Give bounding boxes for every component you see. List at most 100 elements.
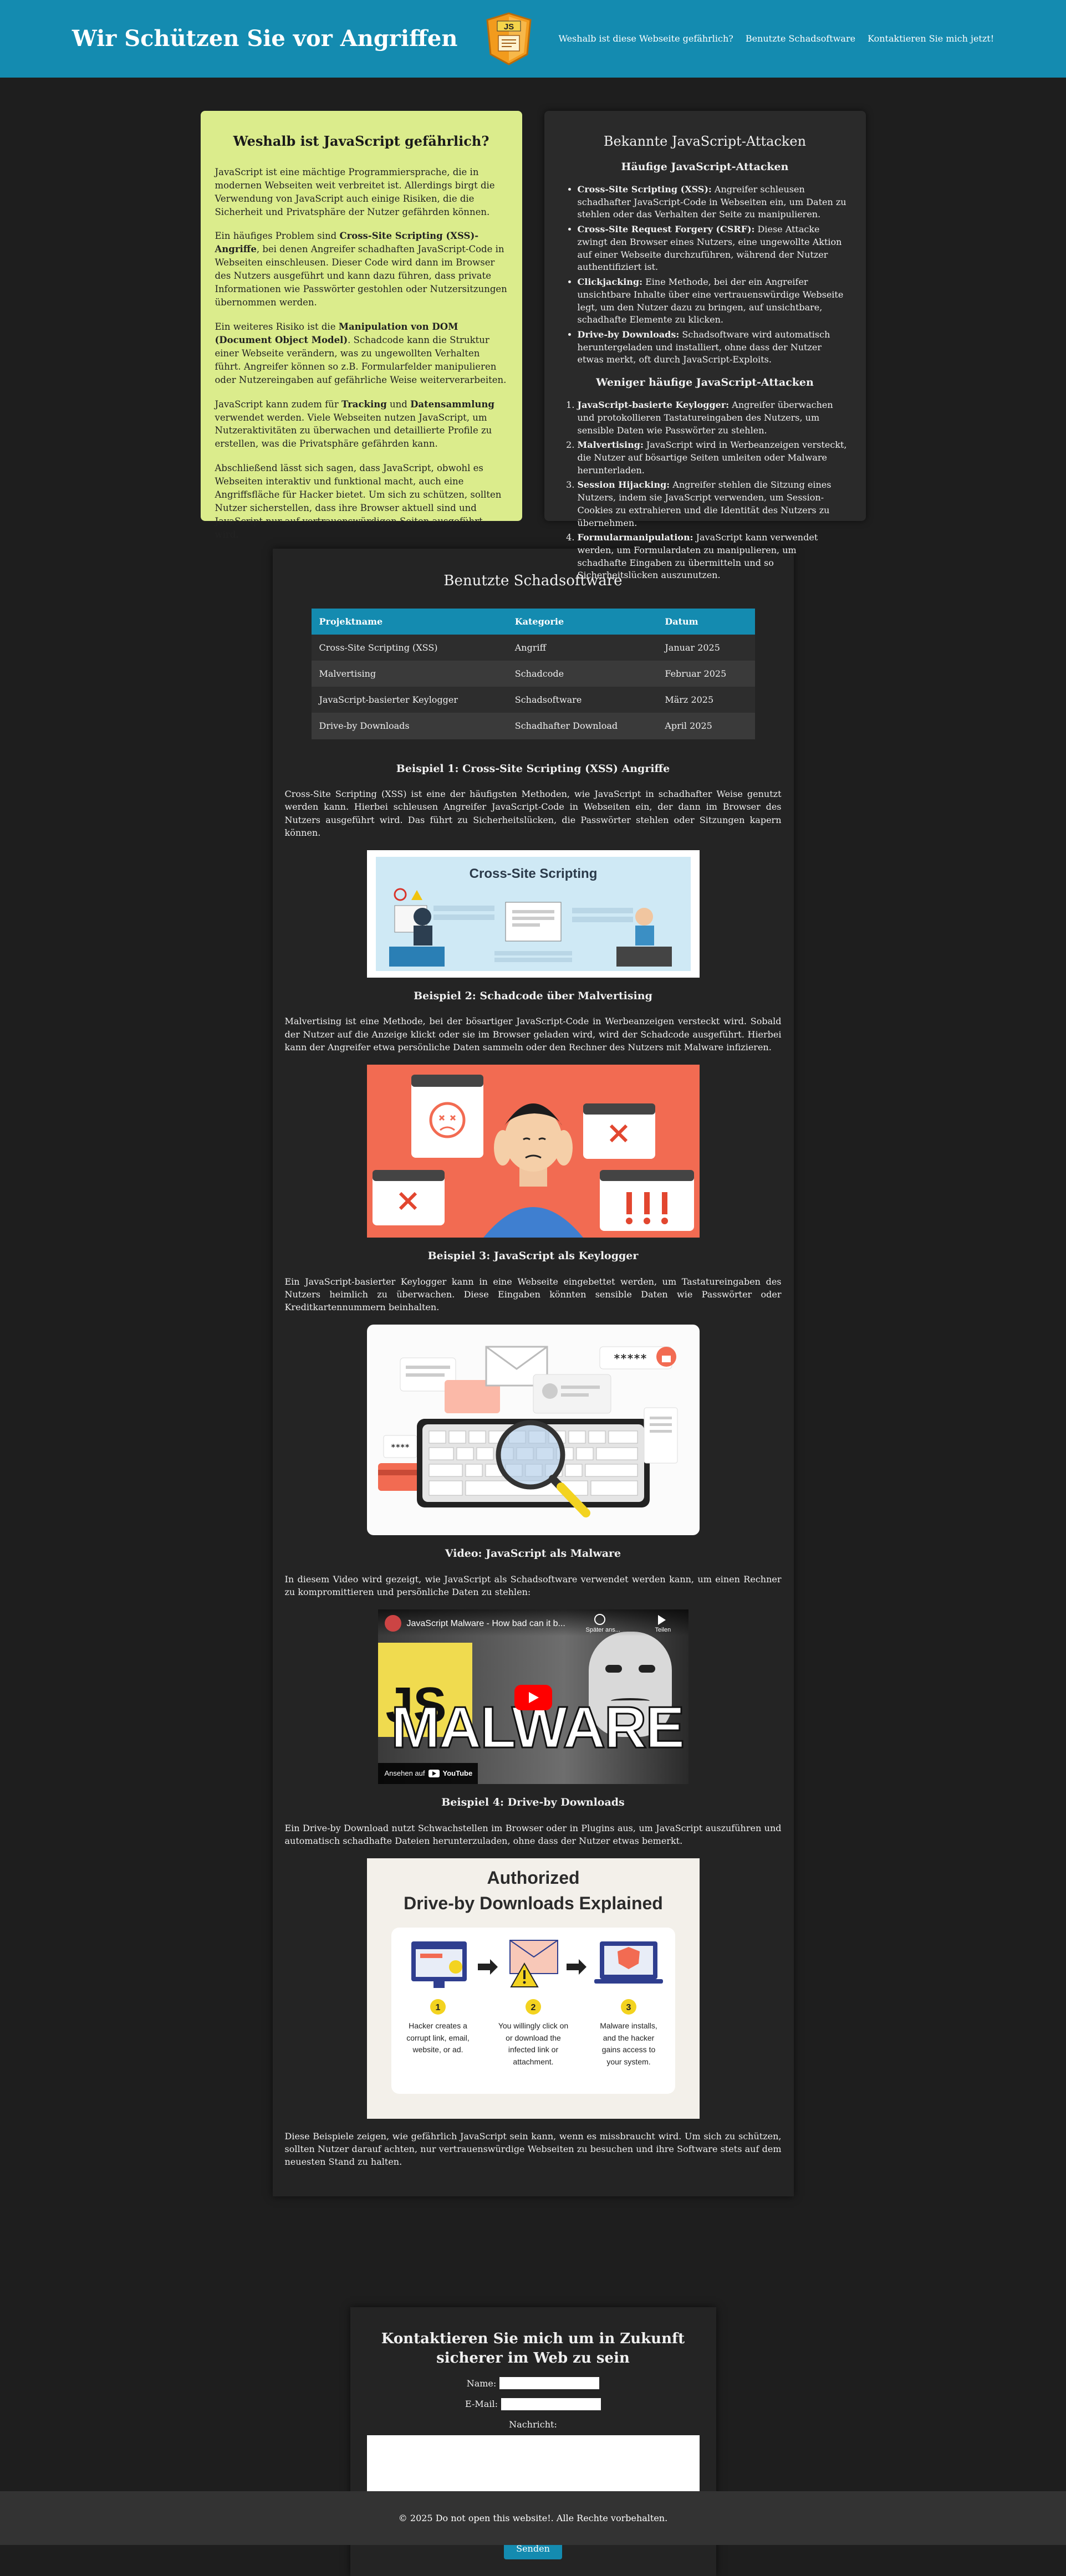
intro-row: Weshalb ist JavaScript gefährlich? JavaS…	[200, 111, 866, 580]
js-logo-text: JS	[504, 22, 514, 32]
closing-text: Diese Beispiele zeigen, wie gefährlich J…	[284, 2130, 782, 2168]
table-cell: März 2025	[657, 687, 755, 713]
name-input[interactable]	[499, 2377, 600, 2390]
example-text: In diesem Video wird gezeigt, wie JavaSc…	[284, 1573, 782, 1597]
table-cell: Cross-Site Scripting (XSS)	[311, 634, 507, 661]
example-heading: Beispiel 2: Schadcode über Malvertising	[414, 989, 652, 1002]
malware-table: Projektname Kategorie Datum Cross-Site S…	[311, 608, 755, 739]
example-text: Cross-Site Scripting (XSS) ist eine der …	[284, 789, 782, 838]
example-malvertising: Beispiel 2: Schadcode über Malvertising …	[285, 989, 782, 1238]
site-title: Wir Schützen Sie vor Angriffen	[72, 25, 458, 52]
site-header: Wir Schützen Sie vor Angriffen JS Weshal…	[0, 0, 1066, 78]
why-heading: Weshalb ist JavaScript gefährlich?	[233, 133, 489, 149]
rare-attacks-heading: Weniger häufige JavaScript-Attacken	[596, 376, 814, 389]
step-2-text: You willingly click on or download the i…	[498, 2021, 568, 2067]
example-drive-by: Beispiel 4: Drive-by Downloads Ein Drive…	[285, 1795, 782, 2168]
example-heading: Beispiel 4: Drive-by Downloads	[441, 1796, 625, 1809]
rare-attacks-list: JavaScript-basierte Keylogger: Angreifer…	[578, 399, 848, 582]
video-title[interactable]: JavaScript Malware - How bad can it b...	[407, 1617, 565, 1630]
svg-text:3: 3	[626, 2003, 631, 2012]
channel-avatar[interactable]	[384, 1615, 401, 1632]
nav-link-malware[interactable]: Benutzte Schadsoftware	[746, 32, 855, 45]
list-item: Clickjacking: Eine Methode, bei der ein …	[578, 276, 848, 326]
table-cell: April 2025	[657, 713, 755, 739]
why-paragraph-5: Abschließend lässt sich sagen, dass Java…	[215, 463, 502, 540]
email-row: E-Mail:	[367, 2398, 700, 2410]
footer-text: © 2025 Do not open this website!. Alle R…	[398, 2513, 668, 2523]
list-item: Malvertising: JavaScript wird in Werbean…	[578, 439, 848, 477]
common-attacks-heading: Häufige JavaScript-Attacken	[621, 161, 789, 173]
table-header-row: Projektname Kategorie Datum	[311, 608, 755, 635]
example-heading: Beispiel 1: Cross-Site Scripting (XSS) A…	[396, 762, 670, 775]
column-header: Projektname	[311, 608, 507, 635]
svg-text:1: 1	[435, 2003, 440, 2012]
step-3-text: Malware installs, and the hacker gains a…	[599, 2021, 657, 2067]
js-shield-logo: JS	[485, 11, 533, 67]
xss-illustration: Cross-Site Scripting	[366, 850, 700, 978]
nav-link-why[interactable]: Weshalb ist diese Webseite gefährlich?	[558, 32, 733, 45]
table-row: Cross-Site Scripting (XSS) Angriff Janua…	[311, 634, 755, 661]
svg-text:Authorized: Authorized	[487, 1868, 579, 1888]
example-video: Video: JavaScript als Malware In diesem …	[284, 1546, 782, 1785]
watch-on-youtube[interactable]: Ansehen auf YouTube	[378, 1763, 478, 1785]
svg-text:*****: *****	[613, 1352, 646, 1365]
share-icon[interactable]	[657, 1615, 666, 1626]
table-cell: Februar 2025	[657, 661, 755, 687]
table-cell: JavaScript-basierter Keylogger	[311, 687, 507, 713]
play-button[interactable]	[514, 1685, 552, 1711]
message-label: Nachricht:	[509, 2419, 557, 2430]
list-item: Session Hijacking: Angreifer stehlen die…	[578, 479, 848, 529]
why-paragraph-3: Ein weiteres Risiko ist die Manipulation…	[215, 321, 507, 385]
watch-later-icon[interactable]	[594, 1614, 605, 1626]
table-cell: Schadhafter Download	[507, 713, 657, 739]
name-row: Name:	[367, 2377, 700, 2390]
table-row: Malvertising Schadcode Februar 2025	[311, 661, 755, 687]
column-header: Datum	[657, 608, 755, 635]
malvertising-illustration	[366, 1065, 700, 1238]
svg-text:2: 2	[531, 2003, 535, 2012]
attacks-heading: Bekannte JavaScript-Attacken	[603, 134, 807, 149]
youtube-icon	[428, 1770, 440, 1778]
common-attacks-list: Cross-Site Scripting (XSS): Angreifer sc…	[578, 183, 848, 366]
example-heading: Beispiel 3: JavaScript als Keylogger	[427, 1250, 639, 1263]
table-cell: Januar 2025	[657, 634, 755, 661]
site-footer: © 2025 Do not open this website!. Alle R…	[0, 2491, 1066, 2545]
example-heading: Video: JavaScript als Malware	[445, 1547, 621, 1560]
name-label: Name:	[466, 2378, 497, 2389]
table-cell: Malvertising	[311, 661, 507, 687]
share-label[interactable]: Teilen	[655, 1626, 671, 1635]
why-paragraph-1: JavaScript ist eine mächtige Programmier…	[215, 166, 495, 217]
drive-by-illustration: Authorized Drive-by Downloads Explained	[366, 1858, 700, 2119]
list-item: Drive-by Downloads: Schadsoftware wird a…	[578, 329, 848, 366]
why-card: Weshalb ist JavaScript gefährlich? JavaS…	[200, 111, 522, 540]
table-row: Drive-by Downloads Schadhafter Download …	[311, 713, 755, 739]
table-cell: Schadsoftware	[507, 687, 657, 713]
nav-link-contact[interactable]: Kontaktieren Sie mich jetzt!	[868, 32, 994, 45]
svg-text:Cross-Site Scripting: Cross-Site Scripting	[469, 866, 597, 881]
play-icon	[528, 1692, 539, 1704]
youtube-video-embed[interactable]: JS MALWARE JavaScript Malware - How bad …	[378, 1609, 688, 1785]
email-input[interactable]	[501, 2398, 601, 2410]
attacks-card: Bekannte JavaScript-Attacken Häufige Jav…	[544, 111, 866, 580]
youtube-label: YouTube	[442, 1769, 473, 1777]
list-item: Cross-Site Request Forgery (CSRF): Diese…	[578, 223, 848, 274]
example-text: Malvertising ist eine Methode, bei der b…	[284, 1016, 782, 1052]
list-item: JavaScript-basierte Keylogger: Angreifer…	[578, 399, 848, 437]
svg-text:Drive-by Downloads Explained: Drive-by Downloads Explained	[404, 1893, 663, 1913]
column-header: Kategorie	[507, 608, 657, 635]
malware-section: Benutzte Schadsoftware Projektname Kateg…	[272, 549, 794, 2196]
table-cell: Angriff	[507, 634, 657, 661]
email-label: E-Mail:	[465, 2398, 498, 2409]
list-item: Cross-Site Scripting (XSS): Angreifer sc…	[578, 183, 848, 221]
example-xss: Beispiel 1: Cross-Site Scripting (XSS) A…	[285, 761, 782, 978]
keylogger-illustration: ***** ****	[366, 1325, 700, 1536]
watch-on-label: Ansehen auf	[384, 1769, 425, 1777]
main-nav: Weshalb ist diese Webseite gefährlich? B…	[558, 32, 994, 45]
watch-later-label[interactable]: Später ans...	[586, 1626, 620, 1635]
svg-text:****: ****	[391, 1443, 410, 1452]
why-paragraph-4: JavaScript kann zudem für Tracking und D…	[215, 398, 494, 449]
example-text: Ein Drive-by Download nutzt Schwachstell…	[284, 1822, 782, 1846]
example-keylogger: Beispiel 3: JavaScript als Keylogger Ein…	[284, 1249, 782, 1536]
table-cell: Drive-by Downloads	[311, 713, 507, 739]
example-text: Ein JavaScript-basierter Keylogger kann …	[284, 1276, 782, 1312]
